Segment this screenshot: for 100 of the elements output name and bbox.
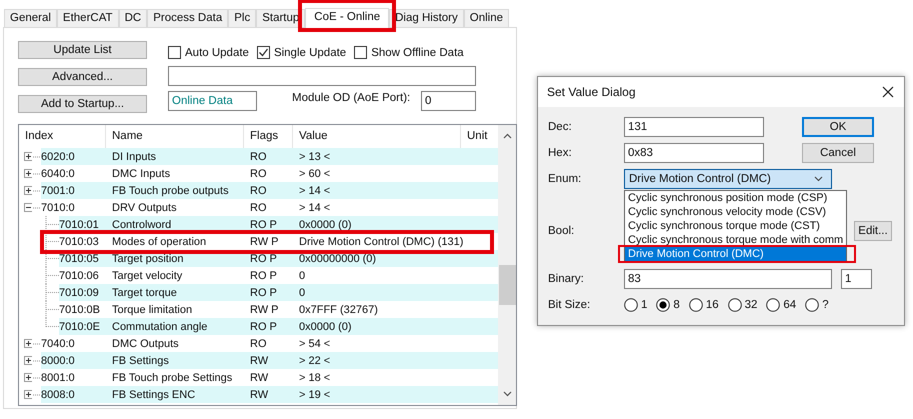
tab[interactable]: General [4, 9, 57, 27]
text-field[interactable] [168, 66, 476, 86]
scrollbar[interactable] [498, 125, 516, 405]
radio-option[interactable]: 64 [766, 298, 796, 312]
table-row[interactable]: 8001:0 FB Touch probe Settings RW > 18 < [41, 369, 498, 386]
tab[interactable]: Diag History [389, 9, 464, 27]
field-label: Binary: [548, 273, 585, 285]
dialog-button[interactable]: OK [802, 117, 874, 137]
expand-icon[interactable] [24, 373, 32, 382]
scroll-thumb[interactable] [498, 265, 516, 305]
enum-dropdown[interactable]: Drive Motion Control (DMC) [624, 169, 832, 189]
table-row[interactable]: 6040:0 DMC Inputs RO > 60 < [41, 165, 498, 182]
radio-option[interactable]: 1 [624, 298, 648, 312]
index-cell-text: 6020:0 [41, 150, 76, 162]
checkbox[interactable] [256, 46, 270, 59]
index-cell-text: 7010:0 [41, 202, 76, 214]
radio-option[interactable]: ? [805, 298, 829, 312]
expand-icon[interactable] [24, 339, 32, 348]
tree-connector [33, 172, 41, 174]
table-cell-text: 0 [298, 270, 306, 282]
table-row[interactable]: 7010:09 Target torque RO P 0 [59, 284, 498, 301]
checkbox-option[interactable]: Single Update [256, 46, 346, 59]
dropdown-option[interactable]: Cyclic synchronous position mode (CSP) [625, 191, 846, 205]
table-cell-text: FB Touch probe outputs [111, 184, 230, 196]
checkbox-option[interactable]: Show Offline Data [354, 46, 464, 59]
tab[interactable]: Startup [256, 9, 306, 27]
expand-icon[interactable] [24, 169, 32, 178]
expand-icon[interactable] [24, 152, 32, 161]
index-cell-text: 7010:0E [59, 320, 101, 332]
table-cell-text: > 14 < [298, 184, 332, 196]
table-cell-text: 0x0000 (0) [298, 218, 353, 230]
dropdown-option[interactable]: Cyclic synchronous torque mode with comm [625, 233, 846, 247]
source-field[interactable]: Online Data [168, 91, 257, 111]
tree-connector [45, 267, 59, 284]
column-header[interactable]: Unit [461, 125, 498, 148]
table-cell-text: DMC Outputs [111, 338, 180, 350]
table-cell-text: RO [249, 184, 268, 196]
table-row[interactable]: 7010:0E Commutation angle RO P 0x0000 (0) [59, 318, 498, 335]
table-cell-text: RO P [249, 270, 278, 282]
input-field[interactable]: 83 [624, 269, 832, 289]
table-row[interactable]: 7010:03 Modes of operation RW P Drive Motion Control (DMC) (131) [59, 233, 498, 250]
tab[interactable]: CoE - Online [305, 8, 390, 28]
tab[interactable]: EtherCAT [56, 9, 119, 27]
collapse-icon[interactable] [24, 203, 32, 212]
port-field[interactable]: 0 [421, 91, 476, 111]
radio-option[interactable]: 32 [728, 298, 758, 312]
field-label: Hex: [548, 147, 573, 159]
table-row[interactable]: 6020:0 DI Inputs RO > 13 < [41, 148, 498, 165]
checkbox[interactable] [168, 46, 181, 59]
table-row[interactable]: 7010:0 DRV Outputs RO > 14 < [41, 199, 498, 216]
radio-button[interactable] [688, 298, 703, 312]
input-field[interactable]: 0x83 [624, 143, 764, 163]
index-cell-text: 7001:0 [41, 184, 76, 196]
dropdown-option[interactable]: Cyclic synchronous torque mode (CST) [625, 219, 846, 233]
close-icon[interactable] [882, 86, 894, 98]
input-field[interactable]: 131 [624, 117, 764, 137]
expand-icon[interactable] [24, 186, 32, 195]
tab[interactable]: DC [118, 9, 148, 27]
table-row[interactable]: 7001:0 FB Touch probe outputs RO > 14 < [41, 182, 498, 199]
action-button[interactable]: Advanced... [18, 68, 147, 86]
tree-connector [33, 360, 41, 362]
radio-option[interactable]: 8 [656, 298, 680, 312]
tree-connector [45, 233, 59, 250]
table-cell-text: 0x0000 (0) [298, 320, 353, 332]
tab[interactable]: Process Data [147, 9, 228, 27]
expand-icon[interactable] [24, 356, 32, 365]
table-row[interactable]: 7010:06 Target velocity RO P 0 [59, 267, 498, 284]
tab[interactable]: Online [464, 9, 510, 27]
radio-button[interactable] [656, 298, 670, 312]
dialog-button[interactable]: Cancel [802, 143, 874, 163]
table-cell-text: Controlword [111, 218, 172, 230]
action-button[interactable]: Add to Startup... [18, 95, 147, 113]
table-row[interactable]: 7010:0B Torque limitation RW P 0x7FFF (32767) [59, 301, 498, 318]
table-cell-text: > 14 < [298, 202, 332, 214]
checkbox-option[interactable]: Auto Update [168, 46, 249, 59]
radio-option[interactable]: 16 [688, 298, 719, 312]
scroll-down-icon[interactable] [502, 391, 512, 397]
table-cell-text: Target velocity [111, 270, 184, 282]
dropdown-option[interactable]: Cyclic synchronous velocity mode (CSV) [625, 205, 846, 219]
checkbox[interactable] [354, 46, 368, 59]
expand-icon[interactable] [24, 390, 32, 399]
action-button[interactable]: Update List [18, 41, 147, 59]
radio-button[interactable] [805, 298, 820, 312]
table-cell-text: RW [249, 388, 270, 400]
table-row[interactable]: 7040:0 DMC Outputs RO > 54 < [41, 335, 498, 352]
scroll-up-icon[interactable] [502, 133, 512, 139]
table-cell-text: > 19 < [298, 388, 332, 400]
radio-button[interactable] [766, 298, 780, 312]
table-cell-text: DRV Outputs [111, 202, 178, 214]
input-field[interactable]: 1 [841, 269, 872, 289]
dialog-title: Set Value Dialog [547, 85, 636, 99]
radio-button[interactable] [624, 298, 638, 312]
tab[interactable]: Plc [228, 9, 256, 27]
edit-button[interactable]: Edit... [854, 221, 892, 241]
radio-button[interactable] [728, 298, 742, 312]
table-row[interactable]: 8008:0 FB Settings ENC RW > 19 < [41, 386, 498, 403]
field-label: Dec: [548, 121, 573, 133]
table-cell-text: Torque limitation [111, 304, 194, 316]
dropdown-option[interactable]: Drive Motion Control (DMC) [625, 247, 846, 261]
table-row[interactable]: 8000:0 FB Settings RW > 22 < [41, 352, 498, 369]
